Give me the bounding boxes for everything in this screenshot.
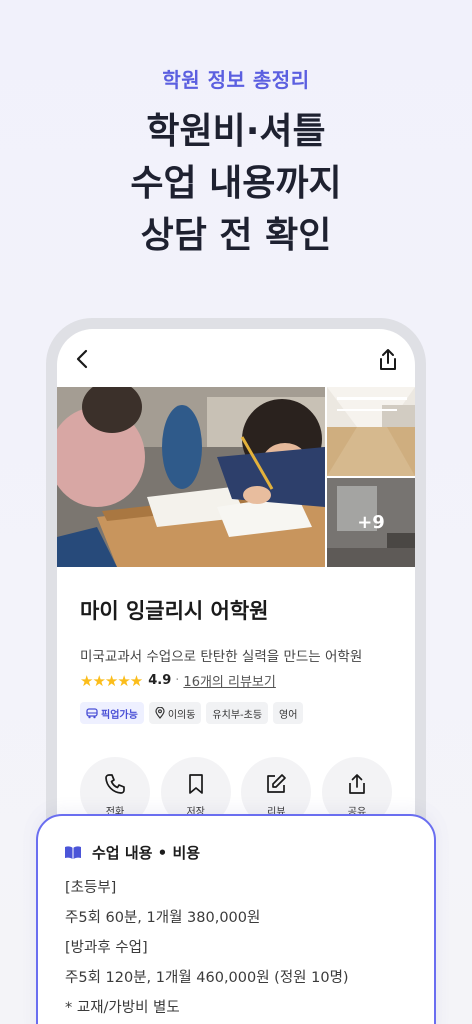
edit-icon xyxy=(267,774,287,793)
card-title: 수업 내용 • 비용 xyxy=(92,844,201,862)
share-icon[interactable] xyxy=(375,347,401,373)
promo-title-line: 수업 내용까지 xyxy=(130,163,342,204)
tag-label: 영어 xyxy=(279,709,298,721)
academy-name: 마이 잉글리시 어학원 xyxy=(80,599,269,623)
card-line: 주5회 60분, 1개월 380,000원 xyxy=(65,910,261,926)
classroom-whiteboard-photo[interactable]: +9 xyxy=(327,478,415,567)
class-info-card: 수업 내용 • 비용 [초등부] 주5회 60분, 1개월 380,000원 [… xyxy=(36,814,436,1024)
phone-icon xyxy=(105,774,125,794)
bus-icon xyxy=(86,707,98,718)
tag-label: 픽업가능 xyxy=(101,709,138,721)
promo-title: 학원비·셔틀 수업 내용까지 상담 전 확인 xyxy=(0,106,472,262)
card-line: 주5회 120분, 1개월 460,000원 (정원 10명) xyxy=(65,970,349,986)
tag-pickup: 픽업가능 xyxy=(80,702,144,724)
promo-eyebrow: 학원 정보 총정리 xyxy=(162,68,310,92)
tag-location: 이의동 xyxy=(148,702,202,724)
chevron-left-icon[interactable] xyxy=(71,347,95,371)
bookmark-icon xyxy=(188,774,203,794)
tag-grade: 유치부-초등 xyxy=(206,702,269,724)
card-line: * 교재/가방비 별도 xyxy=(65,1000,180,1016)
hallway-photo[interactable] xyxy=(327,387,415,476)
review-link[interactable]: 16개의 리뷰보기 xyxy=(183,671,275,690)
share-icon xyxy=(349,774,365,794)
separator: · xyxy=(175,673,180,688)
more-photos-badge[interactable]: +9 xyxy=(327,478,415,567)
photo-gallery[interactable]: +9 xyxy=(57,387,415,567)
promo-title-line: 학원비·셔틀 xyxy=(146,111,326,152)
rating-row: ★★★★★ 4.9 · 16개의 리뷰보기 xyxy=(80,671,276,691)
tag-list: 픽업가능 이의동 유치부-초등 영어 xyxy=(80,702,304,724)
tag-subject: 영어 xyxy=(273,702,304,724)
book-icon xyxy=(65,846,81,859)
rating-value: 4.9 xyxy=(148,673,172,688)
classroom-photo[interactable] xyxy=(57,387,325,567)
top-nav-bar xyxy=(57,329,415,387)
location-pin-icon xyxy=(155,707,165,719)
tag-label: 이의동 xyxy=(167,709,196,721)
card-line: [방과후 수업] xyxy=(65,940,148,956)
promo-title-line: 상담 전 확인 xyxy=(140,215,332,256)
tag-label: 유치부-초등 xyxy=(212,709,263,721)
academy-description: 미국교과서 수업으로 탄탄한 실력을 만드는 어학원 xyxy=(80,649,363,665)
card-header: 수업 내용 • 비용 xyxy=(64,842,200,863)
card-line: [초등부] xyxy=(65,880,117,896)
star-rating-icon: ★★★★★ xyxy=(80,671,143,690)
